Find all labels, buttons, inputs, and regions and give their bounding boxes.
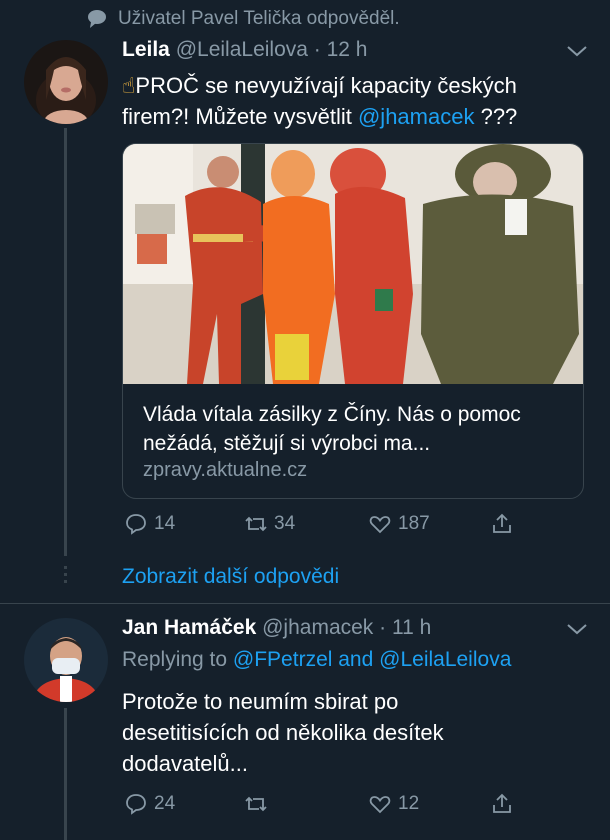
reply-button[interactable]: 14 [124,512,175,536]
link-card[interactable]: Vláda vítala zásilky z Číny. Nás o pomoc… [122,143,584,499]
retweet-button[interactable]: 34 [244,512,295,536]
author-handle[interactable]: @jhamacek [262,616,373,639]
retweet-icon [245,516,267,532]
like-button[interactable]: 12 [368,792,419,816]
tweet-text: Protože to neumím sbirat po desetitisící… [122,689,444,776]
like-count: 187 [398,513,430,534]
retweet-icon [245,796,267,812]
card-image [123,144,583,384]
retweet-count: 34 [274,513,296,534]
pointing-up-emoji: ☝ [122,73,136,98]
author-handle[interactable]: @LeilaLeilova [176,38,308,61]
reply-count: 24 [154,793,176,814]
tweet-time[interactable]: · 12 h [314,38,368,61]
thread-line [64,128,67,556]
mention-link[interactable]: @jhamacek [358,104,475,129]
context-line: Uživatel Pavel Telička odpověděl. [86,8,400,30]
show-more-replies-link[interactable]: Zobrazit další odpovědi [122,565,339,589]
replying-to: Replying to @FPetrzel and @LeilaLeilova [122,648,512,671]
share-button[interactable] [490,512,514,536]
reply-count: 14 [154,513,176,534]
heart-icon [369,516,391,534]
context-text: Uživatel Pavel Telička odpověděl. [118,8,400,29]
tweet-text: ☝PROČ se nevyužívají kapacity českých fi… [122,73,518,129]
share-icon [493,513,511,533]
thread-line-bottom [64,708,67,840]
mention-link[interactable]: @LeilaLeilova [379,648,511,671]
speech-bubble-icon [88,10,106,28]
tweet-header: Leila @LeilaLeilova · 12 h [122,38,367,62]
reply-icon [126,794,146,815]
avatar[interactable] [24,618,108,702]
thread-dots [64,566,67,583]
mention-link[interactable]: @FPetrzel [233,648,333,671]
like-count: 12 [398,793,420,814]
avatar[interactable] [24,40,108,124]
card-domain: zpravy.aktualne.cz [143,459,308,481]
share-icon [493,793,511,813]
heart-icon [369,796,391,814]
tweet-time[interactable]: · 11 h [379,616,431,639]
chevron-down-icon[interactable] [566,44,588,58]
share-button[interactable] [490,792,514,816]
like-button[interactable]: 187 [368,512,430,536]
author-name[interactable]: Jan Hamáček [122,616,256,639]
card-title: Vláda vítala zásilky z Číny. Nás o pomoc… [143,403,521,455]
chevron-down-icon[interactable] [566,622,588,636]
author-name[interactable]: Leila [122,38,170,61]
reply-icon [126,514,146,535]
tweet-header: Jan Hamáček @jhamacek · 11 h [122,616,431,640]
divider [0,603,610,604]
reply-button[interactable]: 24 [124,792,175,816]
retweet-button[interactable] [244,792,274,816]
